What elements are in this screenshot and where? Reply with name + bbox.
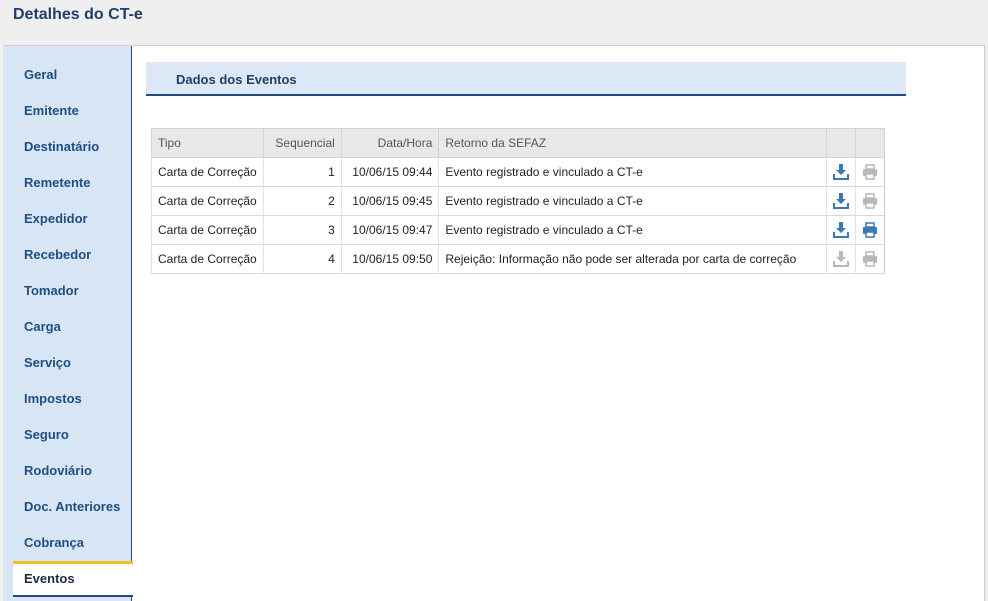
sidebar-item-doc-anteriores[interactable]: Doc. Anteriores — [3, 489, 131, 525]
table-row: Carta de Correção 2 10/06/15 09:45 Event… — [150, 186, 885, 216]
column-header-retorno: Retorno da SEFAZ — [438, 128, 827, 158]
cell-data-hora: 10/06/15 09:44 — [340, 157, 439, 187]
cell-sequencial: 1 — [263, 157, 342, 187]
cell-retorno: Evento registrado e vinculado a CT-e — [438, 186, 827, 216]
column-header-sequencial: Sequencial — [263, 128, 342, 158]
table-row: Carta de Correção 1 10/06/15 09:44 Event… — [150, 157, 885, 187]
cell-sequencial: 4 — [263, 244, 342, 274]
printer-icon — [861, 163, 879, 181]
cell-tipo: Carta de Correção — [150, 215, 264, 245]
printer-icon — [861, 250, 879, 268]
sidebar-item-impostos[interactable]: Impostos — [3, 381, 131, 417]
sidebar-item-emitente[interactable]: Emitente — [3, 93, 131, 129]
sidebar-item-destinatario[interactable]: Destinatário — [3, 129, 131, 165]
table-header-row: Tipo Sequencial Data/Hora Retorno da SEF… — [150, 128, 886, 158]
sidebar-item-servico[interactable]: Serviço — [3, 345, 131, 381]
sidebar-item-geral[interactable]: Geral — [3, 57, 131, 93]
column-header-tipo: Tipo — [150, 128, 265, 158]
cell-retorno: Evento registrado e vinculado a CT-e — [438, 215, 827, 245]
column-header-download — [825, 128, 856, 158]
column-header-print — [854, 128, 886, 158]
cell-tipo: Carta de Correção — [150, 186, 264, 216]
sidebar-item-expedidor[interactable]: Expedidor — [3, 201, 131, 237]
sidebar-item-eventos[interactable]: Eventos — [13, 561, 133, 597]
cell-sequencial: 3 — [263, 215, 342, 245]
download-icon[interactable] — [832, 192, 850, 210]
sidebar-item-rodoviario[interactable]: Rodoviário — [3, 453, 131, 489]
printer-icon — [861, 192, 879, 210]
sidebar-item-remetente[interactable]: Remetente — [3, 165, 131, 201]
cell-retorno: Evento registrado e vinculado a CT-e — [438, 157, 827, 187]
cell-tipo: Carta de Correção — [150, 157, 264, 187]
sidebar-item-carga[interactable]: Carga — [3, 309, 131, 345]
section-title: Dados dos Eventos — [176, 72, 297, 87]
download-icon[interactable] — [832, 221, 850, 239]
download-icon[interactable] — [832, 163, 850, 181]
section-header: Dados dos Eventos — [146, 62, 906, 96]
cell-sequencial: 2 — [263, 186, 342, 216]
table-row: Carta de Correção 4 10/06/15 09:50 Rejei… — [150, 244, 885, 274]
download-icon — [832, 250, 850, 268]
cell-tipo: Carta de Correção — [150, 244, 264, 274]
sidebar-item-seguro[interactable]: Seguro — [3, 417, 131, 453]
sidebar-item-cobranca[interactable]: Cobrança — [3, 525, 131, 561]
events-table: Tipo Sequencial Data/Hora Retorno da SEF… — [150, 128, 886, 274]
sidebar-item-recebedor[interactable]: Recebedor — [3, 237, 131, 273]
cell-data-hora: 10/06/15 09:45 — [340, 186, 439, 216]
sidebar: Geral Emitente Destinatário Remetente Ex… — [3, 46, 133, 601]
page-title: Detalhes do CT-e — [13, 6, 143, 23]
column-header-data-hora: Data/Hora — [340, 128, 440, 158]
sidebar-item-tomador[interactable]: Tomador — [3, 273, 131, 309]
cell-data-hora: 10/06/15 09:50 — [340, 244, 439, 274]
cell-data-hora: 10/06/15 09:47 — [340, 215, 439, 245]
printer-icon[interactable] — [861, 221, 879, 239]
cell-retorno: Rejeição: Informação não pode ser altera… — [438, 244, 827, 274]
table-row: Carta de Correção 3 10/06/15 09:47 Event… — [150, 215, 885, 245]
